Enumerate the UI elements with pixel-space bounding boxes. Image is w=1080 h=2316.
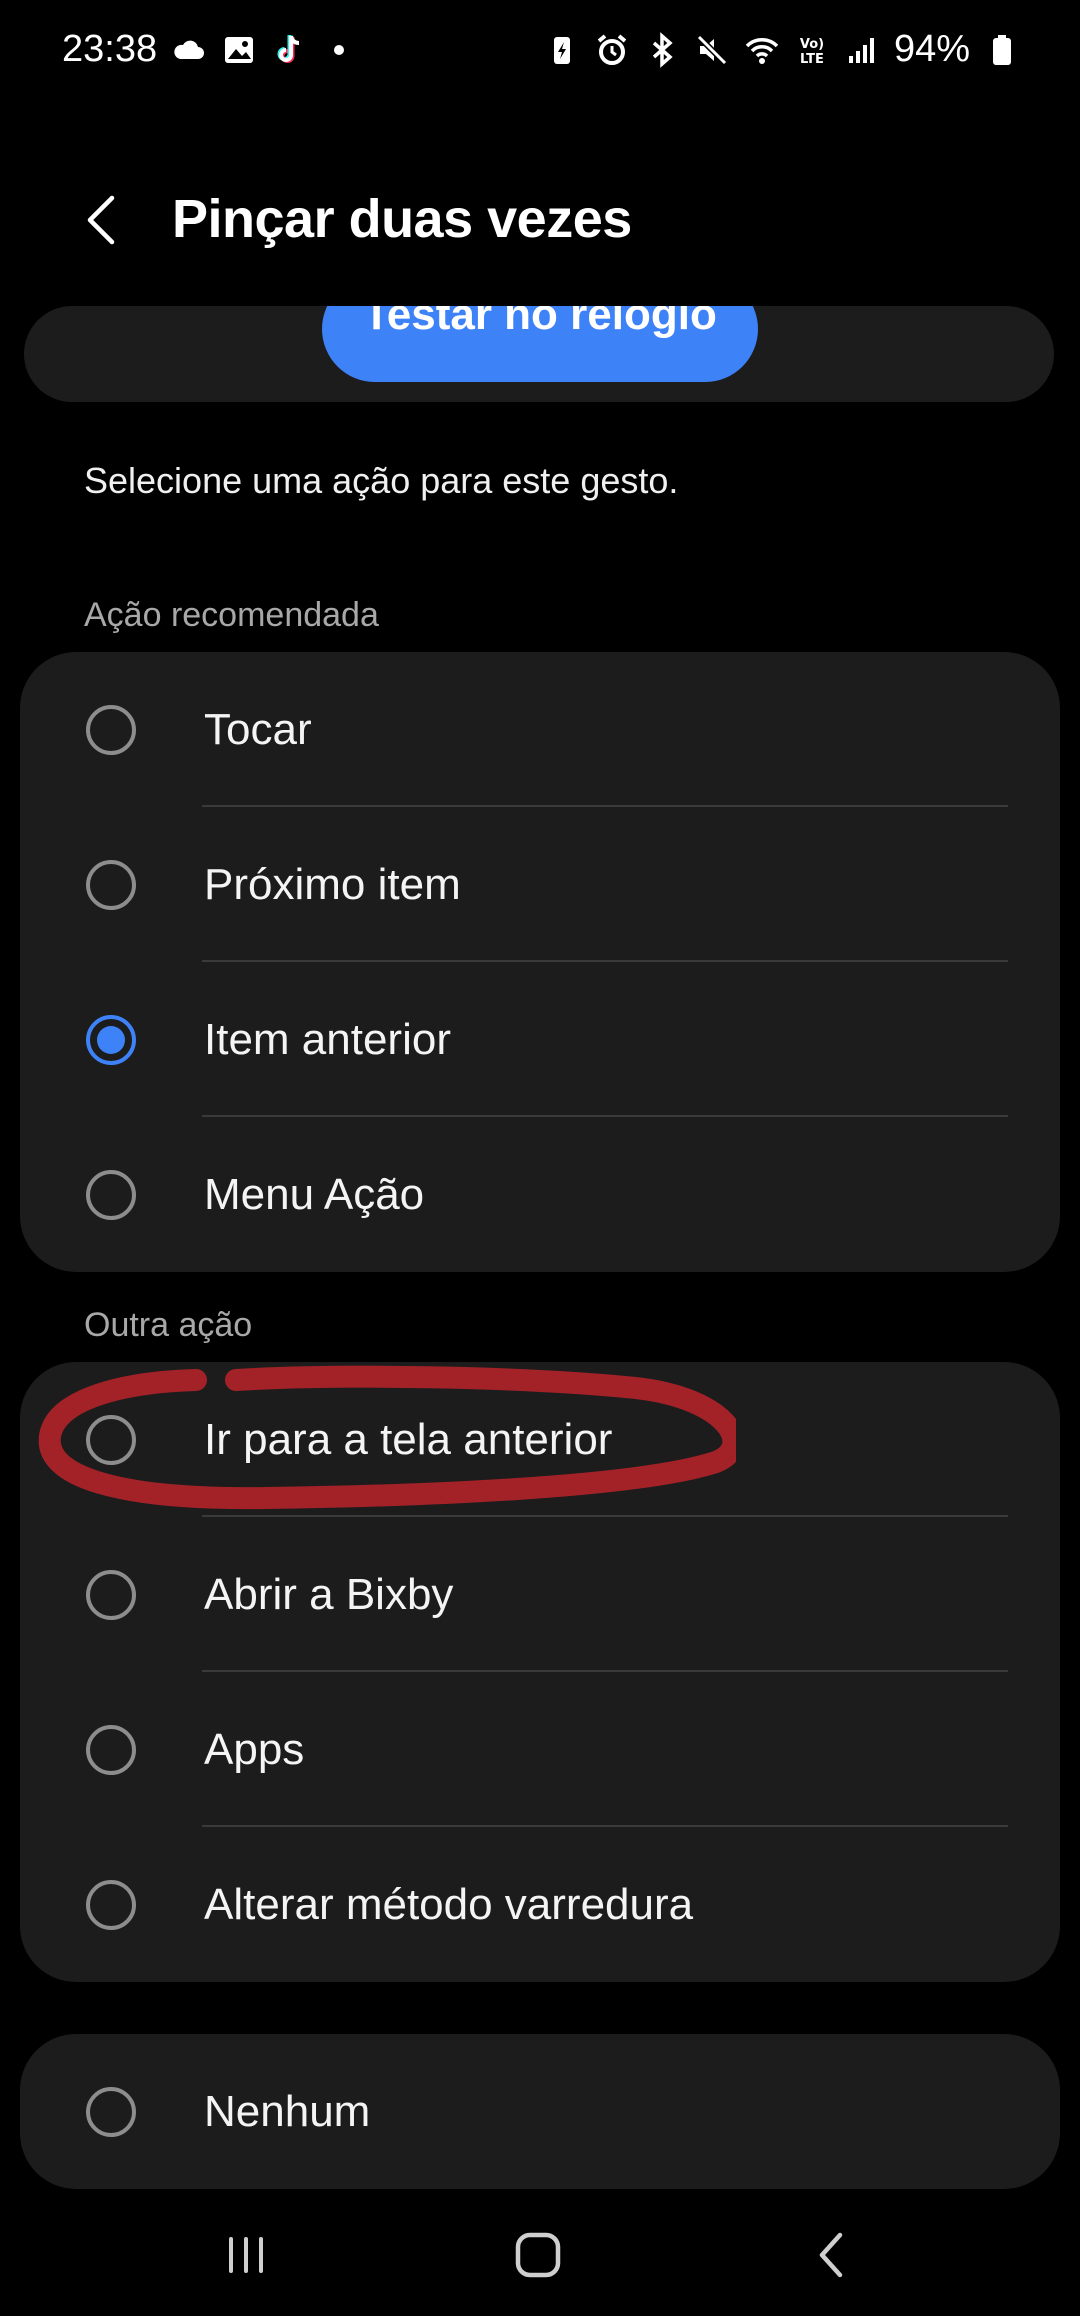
option-label: Tocar — [204, 704, 312, 754]
chevron-left-icon — [87, 195, 115, 245]
nav-back-button[interactable] — [792, 2220, 872, 2290]
back-icon — [819, 2232, 843, 2278]
bluetooth-icon — [644, 31, 680, 68]
option-label: Nenhum — [204, 2086, 371, 2136]
radio-button[interactable] — [86, 859, 136, 910]
gallery-icon — [221, 32, 257, 68]
option-apps[interactable]: Apps — [20, 1672, 1060, 1827]
option-label: Item anterior — [204, 1014, 451, 1064]
radio-button-selected[interactable] — [86, 1014, 136, 1065]
volte-icon: Vo) LTE — [794, 32, 830, 68]
battery-percentage: 94% — [893, 28, 970, 70]
alarm-icon — [594, 32, 630, 68]
page-title: Pinçar duas vezes — [172, 189, 632, 249]
radio-button[interactable] — [86, 2086, 136, 2137]
none-option-group: Nenhum — [20, 2034, 1060, 2189]
radio-button[interactable] — [86, 1414, 136, 1465]
battery-saver-icon — [544, 32, 580, 68]
home-button[interactable] — [498, 2220, 578, 2290]
status-right: Vo) LTE 94% — [544, 28, 1020, 71]
status-left: 23:38 — [62, 28, 357, 71]
radio-button[interactable] — [86, 704, 136, 755]
option-change-scan-method[interactable]: Alterar método varredura — [20, 1827, 1060, 1982]
description-text: Selecione uma ação para este gesto. — [84, 460, 679, 501]
recents-icon — [229, 2237, 263, 2273]
dot-icon — [321, 32, 357, 68]
recommended-actions-group: Tocar Próximo item Item anterior Menu Aç… — [20, 652, 1060, 1272]
app-header: Pinçar duas vezes — [0, 170, 1080, 270]
cloud-icon — [171, 32, 207, 68]
signal-icon — [844, 32, 880, 68]
back-button[interactable] — [72, 190, 132, 250]
svg-text:LTE: LTE — [800, 52, 824, 67]
option-next-item[interactable]: Próximo item — [20, 807, 1060, 962]
test-on-watch-button[interactable]: Testar no relógio — [322, 306, 758, 382]
radio-button[interactable] — [86, 1879, 136, 1930]
test-card: Testar no relógio — [24, 306, 1054, 402]
option-tap[interactable]: Tocar — [20, 652, 1060, 807]
other-actions-group: Ir para a tela anterior Abrir a Bixby Ap… — [20, 1362, 1060, 1982]
option-label: Menu Ação — [204, 1169, 425, 1219]
radio-button[interactable] — [86, 1169, 136, 1220]
option-none[interactable]: Nenhum — [20, 2034, 1060, 2189]
radio-button[interactable] — [86, 1724, 136, 1775]
wifi-icon — [744, 32, 780, 68]
recents-button[interactable] — [206, 2220, 286, 2290]
option-open-bixby[interactable]: Abrir a Bixby — [20, 1517, 1060, 1672]
option-label: Alterar método varredura — [204, 1879, 694, 1929]
home-icon — [515, 2232, 561, 2278]
navigation-bar — [0, 2200, 1080, 2316]
option-label: Abrir a Bixby — [204, 1569, 454, 1619]
section-header-other: Outra ação — [84, 1306, 253, 1344]
status-time: 23:38 — [62, 28, 158, 70]
option-previous-item[interactable]: Item anterior — [20, 962, 1060, 1117]
option-label: Apps — [204, 1724, 305, 1774]
option-action-menu[interactable]: Menu Ação — [20, 1117, 1060, 1272]
option-go-to-previous-screen[interactable]: Ir para a tela anterior — [20, 1362, 1060, 1517]
status-bar: 23:38 Vo) LTE 94% — [0, 0, 1080, 108]
tiktok-icon — [271, 32, 307, 68]
section-header-recommended: Ação recomendada — [84, 596, 379, 634]
mute-icon — [694, 32, 730, 68]
option-label: Ir para a tela anterior — [204, 1414, 613, 1464]
option-label: Próximo item — [204, 859, 461, 909]
svg-text:Vo): Vo) — [800, 37, 824, 52]
radio-button[interactable] — [86, 1569, 136, 1620]
battery-icon — [984, 32, 1020, 68]
